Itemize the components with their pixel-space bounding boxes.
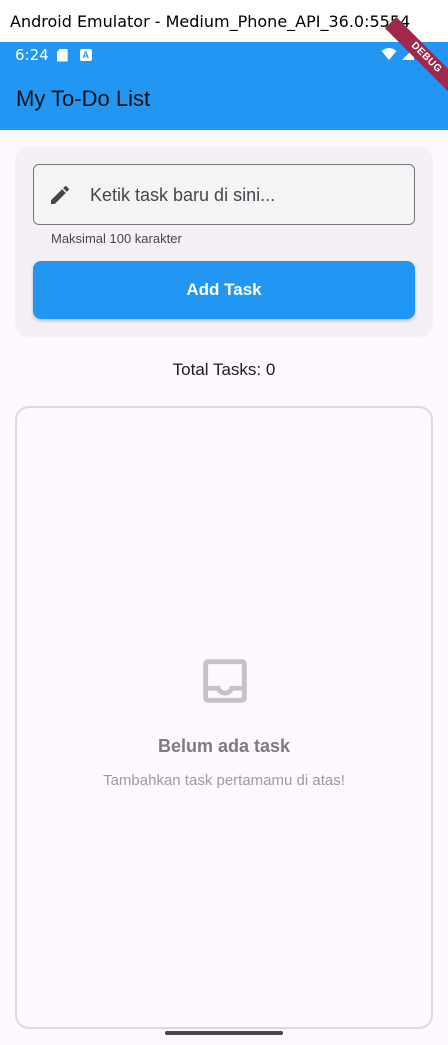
status-time: 6:24 [15, 46, 49, 64]
input-helper-text: Maksimal 100 karakter [51, 231, 182, 246]
status-bar: 6:24 A [0, 42, 448, 68]
task-text-field[interactable] [33, 164, 415, 225]
total-tasks-label: Total Tasks: 0 [172, 360, 276, 379]
a-icon: A [79, 49, 92, 61]
add-task-button[interactable]: Add Task [33, 261, 415, 319]
window-title: Android Emulator - Medium_Phone_API_36.0… [10, 11, 411, 31]
sd-card-icon [56, 48, 68, 62]
home-indicator[interactable] [165, 1031, 283, 1035]
task-list-panel: Belum ada task Tambahkan task pertamamu … [15, 406, 433, 1029]
inbox-icon [203, 659, 247, 703]
task-input-card: Maksimal 100 karakter Add Task [15, 147, 433, 337]
task-input[interactable] [90, 175, 400, 215]
empty-state-title: Belum ada task [157, 736, 291, 756]
empty-state-subtitle: Tambahkan task pertamamu di atas! [103, 772, 345, 789]
window-titlebar: Android Emulator - Medium_Phone_API_36.0… [0, 0, 448, 42]
pencil-icon [51, 185, 70, 204]
app-bar: My To-Do List [0, 68, 448, 130]
wifi-icon [381, 47, 397, 60]
app-title: My To-Do List [16, 86, 151, 111]
